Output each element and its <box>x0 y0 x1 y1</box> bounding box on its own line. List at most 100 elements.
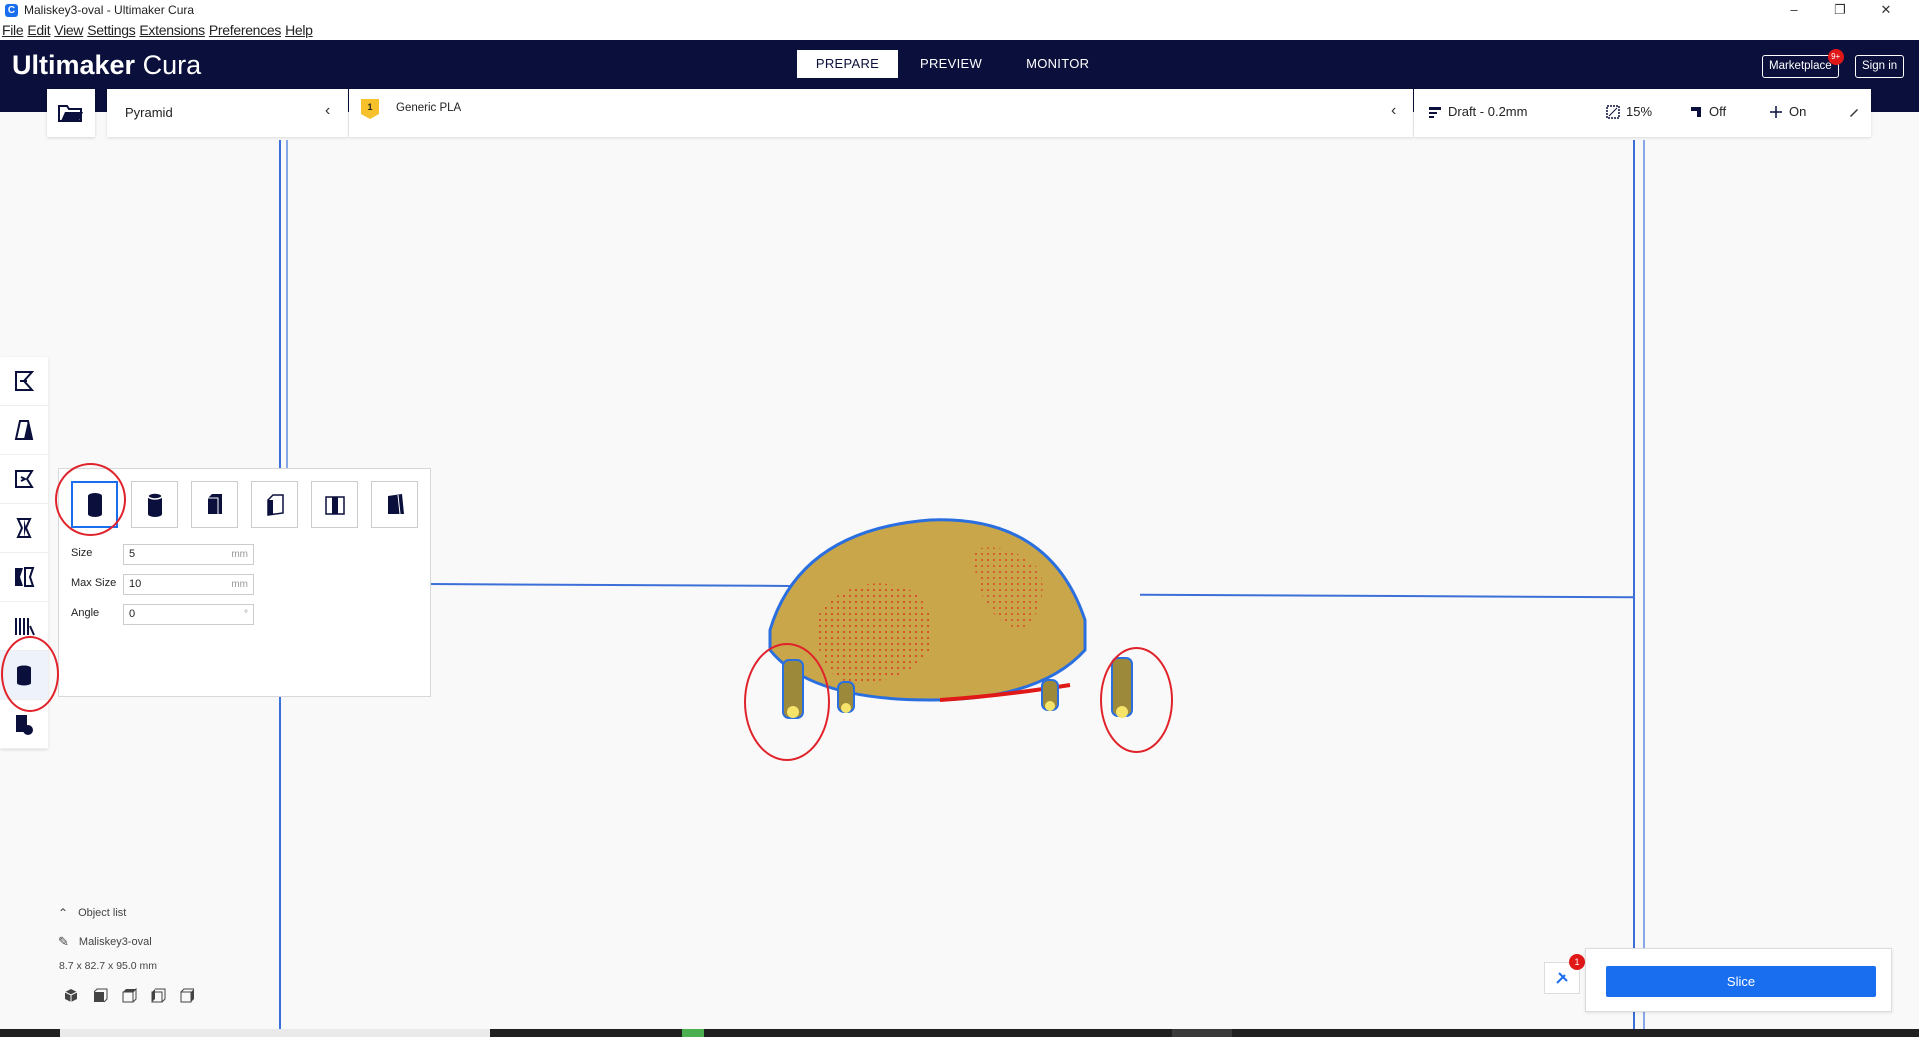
profile-setting: Draft - 0.2mm <box>1428 104 1527 119</box>
size-input[interactable]: 5 mm <box>123 544 254 565</box>
move-icon <box>15 371 35 391</box>
menu-edit[interactable]: Edit <box>27 22 50 38</box>
taskbar-app[interactable] <box>682 1029 704 1037</box>
marketplace-button[interactable]: Marketplace 9+ <box>1762 49 1844 78</box>
chevron-up-icon: ⌃ <box>58 906 69 920</box>
cura-app-icon: C <box>5 3 18 17</box>
view-right-icon[interactable] <box>180 988 195 1003</box>
size-unit: mm <box>231 549 248 560</box>
build-plate-line <box>429 583 791 587</box>
slice-button[interactable]: Slice <box>1606 966 1876 997</box>
infill-setting: 15% <box>1606 104 1652 119</box>
build-plate-line <box>1139 593 1634 599</box>
pencil-icon[interactable] <box>1848 106 1860 118</box>
support-icon <box>1691 106 1701 117</box>
mirror-tool[interactable] <box>0 504 48 553</box>
mesh-type-slab-button[interactable] <box>371 481 418 528</box>
move-tool[interactable] <box>0 357 48 406</box>
sign-in-button[interactable]: Sign in <box>1855 55 1905 78</box>
cube-icon <box>207 493 222 514</box>
menu-view[interactable]: View <box>54 22 83 38</box>
support-value: Off <box>1709 104 1727 119</box>
build-volume-edge <box>1633 140 1635 1029</box>
folder-icon <box>58 105 83 122</box>
support-setting: Off <box>1689 104 1726 119</box>
object-dimensions: 8.7 x 82.7 x 95.0 mm <box>59 960 158 972</box>
open-file-button[interactable] <box>47 89 95 137</box>
menu-bar: File Edit View Settings Extensions Prefe… <box>0 20 1919 40</box>
infill-value: 15% <box>1626 104 1653 119</box>
angle-input[interactable]: 0 ° <box>123 604 254 625</box>
slab-icon <box>387 493 404 514</box>
view-left-icon[interactable] <box>151 988 166 1003</box>
printer-name: Pyramid <box>125 105 173 120</box>
mesh-type-tube-button[interactable] <box>131 481 178 528</box>
mesh-type-wedge-button[interactable] <box>251 481 298 528</box>
size-label: Size <box>71 547 93 559</box>
tab-preview[interactable]: PREVIEW <box>898 50 1004 78</box>
stage-tabs: PREPARE PREVIEW MONITOR <box>797 50 1111 78</box>
object-list-toggle[interactable]: ⌃ Object list <box>58 906 195 920</box>
max-size-value: 10 <box>129 578 142 590</box>
view-3d-icon[interactable] <box>64 988 79 1003</box>
minimize-button[interactable]: – <box>1771 0 1817 20</box>
tube-icon <box>146 491 163 517</box>
object-list-label: Object list <box>78 907 127 919</box>
adhesion-value: On <box>1789 104 1807 119</box>
layers-icon <box>15 618 35 636</box>
build-volume-edge <box>286 140 288 470</box>
material-selector[interactable]: 1 Generic PLA ‹ <box>349 89 1413 137</box>
menu-file[interactable]: File <box>2 22 24 38</box>
per-model-settings-tool[interactable] <box>0 553 48 602</box>
menu-help[interactable]: Help <box>285 22 313 38</box>
max-size-row: Max Size <box>71 577 123 589</box>
printer-selector[interactable]: Pyramid ‹ <box>107 89 348 137</box>
size-value: 5 <box>129 548 136 560</box>
angle-value: 0 <box>129 608 136 620</box>
tools-icon <box>1556 972 1568 984</box>
taskbar-search[interactable] <box>60 1029 490 1037</box>
support-blocker-top <box>1045 701 1055 711</box>
maximize-button[interactable]: ❐ <box>1817 0 1863 20</box>
object-name: Maliskey3-oval <box>78 936 152 948</box>
window-titlebar: C Maliskey3-oval - Ultimaker Cura – ❐ ✕ <box>0 0 1919 20</box>
profile-icon <box>1429 106 1441 118</box>
messages-button[interactable]: 1 <box>1544 954 1585 994</box>
view-front-icon[interactable] <box>93 988 108 1003</box>
taskbar-app[interactable] <box>1172 1029 1232 1037</box>
object-list-item[interactable]: ✎ Maliskey3-oval <box>58 934 195 950</box>
menu-settings[interactable]: Settings <box>87 22 135 38</box>
tab-monitor[interactable]: MONITOR <box>1004 50 1111 78</box>
menu-extensions[interactable]: Extensions <box>139 22 205 38</box>
support-blocker-top <box>841 703 851 713</box>
print-settings-selector[interactable]: Draft - 0.2mm 15% Off On <box>1414 89 1871 137</box>
menu-preferences[interactable]: Preferences <box>209 22 281 38</box>
max-size-unit: mm <box>231 579 248 590</box>
annotation-circle <box>1100 647 1173 753</box>
build-volume-edge <box>1643 140 1645 1029</box>
scale-tool[interactable] <box>0 406 48 455</box>
chevron-left-icon: ‹ <box>325 102 331 119</box>
window-controls: – ❐ ✕ <box>1771 0 1909 20</box>
rotate-tool[interactable] <box>0 455 48 504</box>
window-title: Maliskey3-oval - Ultimaker Cura <box>24 3 195 17</box>
box-icon <box>324 495 345 515</box>
max-size-label: Max Size <box>71 577 117 589</box>
wedge-icon <box>266 493 284 516</box>
mesh-type-box-button[interactable] <box>311 481 358 528</box>
message-count-badge: 1 <box>1569 954 1585 970</box>
max-size-input[interactable]: 10 mm <box>123 574 254 595</box>
view-top-icon[interactable] <box>122 988 137 1003</box>
tab-prepare[interactable]: PREPARE <box>797 50 898 78</box>
angle-unit: ° <box>244 609 248 620</box>
close-button[interactable]: ✕ <box>1863 0 1909 20</box>
marketplace-label: Marketplace <box>1769 60 1832 72</box>
annotation-circle <box>744 643 830 761</box>
app-logo: Ultimaker Cura <box>12 50 202 80</box>
adhesion-icon <box>1770 105 1782 118</box>
rotate-icon <box>15 470 34 488</box>
profile-value: Draft - 0.2mm <box>1448 104 1528 119</box>
adhesion-setting: On <box>1769 104 1806 119</box>
mesh-type-cube-button[interactable] <box>191 481 238 528</box>
support-eraser-icon <box>16 715 33 735</box>
